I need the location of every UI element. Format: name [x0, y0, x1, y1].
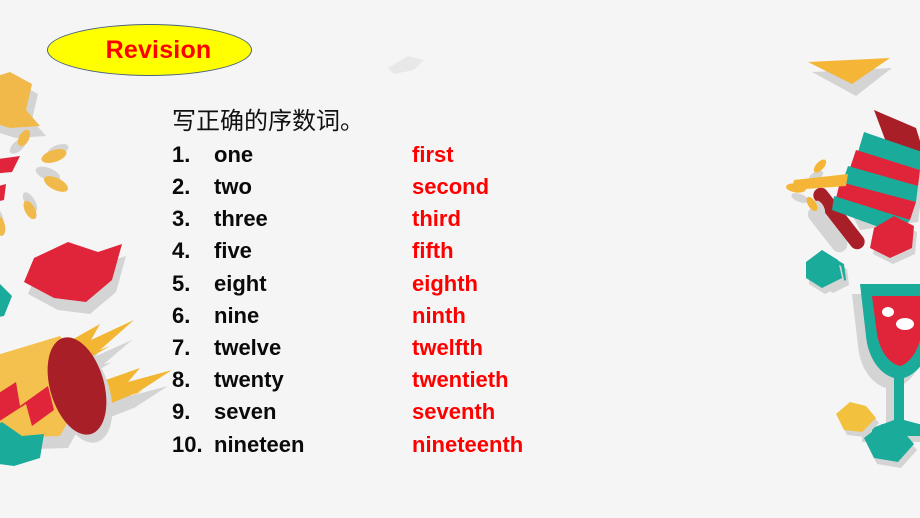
- faint-shape-top-center-icon: [384, 50, 430, 78]
- maraca-right-icon: [786, 92, 920, 282]
- teal-star-bottom-left-icon: [0, 418, 68, 488]
- teal-star-right-icon: [812, 252, 858, 296]
- ordinal-answer: third: [412, 206, 461, 232]
- yellow-fan-top-right-icon: [806, 50, 896, 98]
- list-item-number: 9.: [172, 399, 191, 425]
- list-item: 10. nineteen nineteenth: [172, 432, 732, 464]
- list-item: 2. two second: [172, 174, 732, 206]
- list-item-number: 7.: [172, 335, 191, 361]
- cardinal-word: nine: [214, 302, 260, 328]
- list-item-number: 6.: [172, 302, 191, 328]
- ordinal-numbers-list: 1. one first 2. two second 3. three third 4. five f…: [172, 142, 732, 464]
- list-item-number: 3.: [172, 206, 191, 232]
- gold-star-bottom-right-icon: [832, 396, 886, 444]
- confetti-burst-left-icon: [0, 122, 108, 236]
- teal-sliver-left-icon: [0, 282, 24, 324]
- ordinal-answer: seventh: [412, 399, 496, 425]
- list-item-number: 2.: [172, 174, 191, 200]
- ordinal-answer: ninth: [412, 302, 466, 328]
- revision-title-text: Revision: [105, 35, 212, 64]
- teal-star-lowest-right-icon: [858, 418, 920, 478]
- list-item: 7. twelve twelfth: [172, 335, 732, 367]
- red-star-right-icon: [868, 210, 920, 270]
- cardinal-word: two: [214, 174, 252, 200]
- list-item-number: 10.: [172, 431, 203, 457]
- cardinal-word: twelve: [214, 335, 282, 361]
- cardinal-word: five: [214, 238, 252, 264]
- cardinal-word: one: [214, 141, 254, 167]
- list-item: 5. eight eighth: [172, 271, 732, 303]
- cardinal-word: eight: [214, 270, 267, 296]
- party-popper-drum-icon: [0, 290, 198, 470]
- cardinal-word: twenty: [214, 367, 284, 393]
- slide-content: 写正确的序数词。 1. one first 2. two second 3. three thi…: [172, 106, 732, 464]
- ordinal-answer: first: [412, 141, 454, 167]
- list-item-number: 5.: [172, 270, 191, 296]
- list-item: 9. seven seventh: [172, 399, 732, 431]
- ordinal-answer: fifth: [412, 238, 454, 264]
- red-star-left-icon: [16, 228, 146, 328]
- presentation-slide: Revision 写正确的序数词。 1. one first 2. two second 3…: [0, 0, 920, 518]
- cardinal-word: three: [214, 206, 268, 232]
- list-item: 1. one first: [172, 142, 732, 174]
- ordinal-answer: eighth: [412, 270, 478, 296]
- list-item: 6. nine ninth: [172, 303, 732, 335]
- teal-star-upper-right-icon: [800, 246, 856, 298]
- list-item: 3. three third: [172, 206, 732, 238]
- revision-title-badge: Revision: [47, 24, 252, 76]
- wine-glass-icon: [836, 278, 920, 468]
- list-item: 8. twenty twentieth: [172, 367, 732, 399]
- cardinal-word: nineteen: [214, 431, 305, 457]
- list-item-number: 4.: [172, 238, 191, 264]
- ordinal-answer: twelfth: [412, 335, 483, 361]
- ordinal-answer: nineteenth: [412, 431, 524, 457]
- ordinal-answer: twentieth: [412, 367, 509, 393]
- list-item: 4. five fifth: [172, 238, 732, 270]
- ordinal-answer: second: [412, 174, 490, 200]
- cardinal-word: seven: [214, 399, 277, 425]
- list-item-number: 8.: [172, 367, 191, 393]
- instruction-text: 写正确的序数词。: [172, 107, 364, 135]
- list-item-number: 1.: [172, 141, 191, 167]
